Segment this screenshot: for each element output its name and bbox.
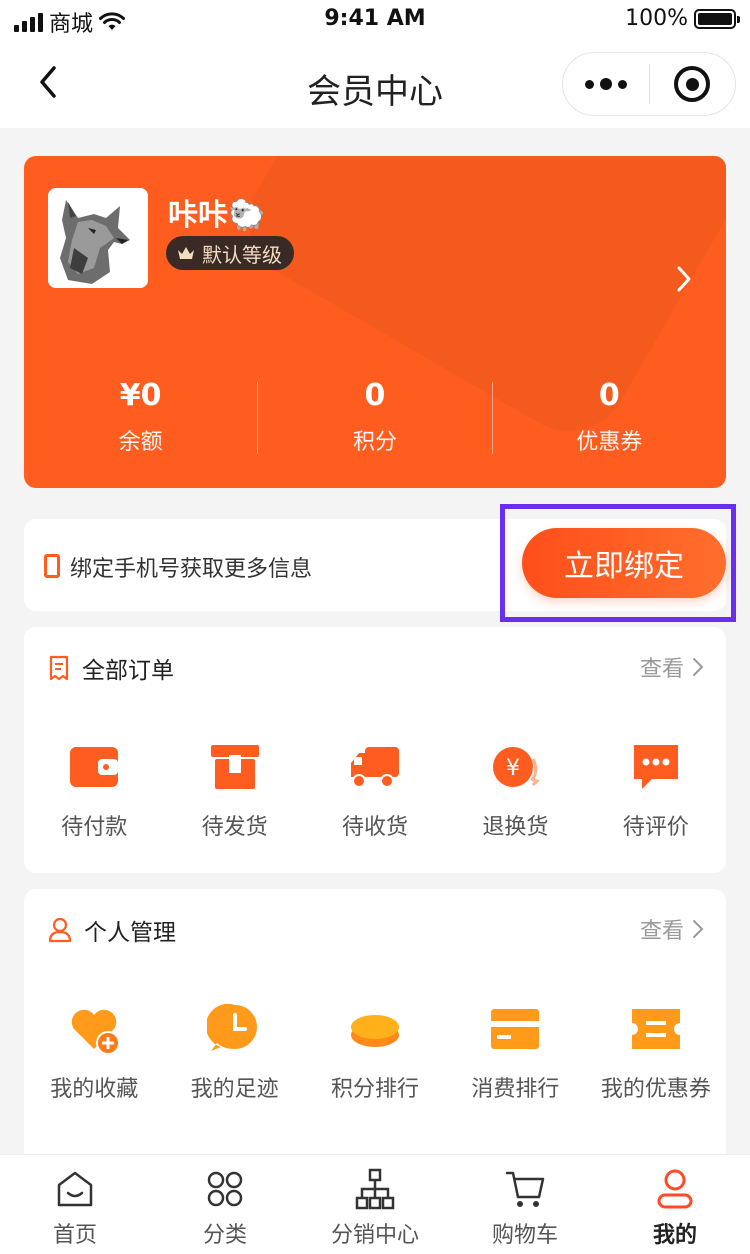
- orders-title: 全部订单: [82, 658, 174, 684]
- heart-add-icon: [71, 1009, 121, 1055]
- order-label: 待付款: [61, 815, 128, 840]
- comment-icon: [633, 745, 678, 789]
- chevron-right-icon: [693, 920, 704, 938]
- order-returns[interactable]: ¥ 退换货: [445, 739, 585, 841]
- stat-value: 0: [598, 378, 620, 413]
- bind-phone-text: 绑定手机号获取更多信息: [70, 557, 313, 582]
- my-footprints[interactable]: 我的足迹: [164, 1001, 304, 1103]
- orders-panel: 全部订单 查看 待付款 待发货 待收货 ¥ 退换货 待评价: [24, 627, 726, 873]
- tab-label: 购物车: [491, 1223, 558, 1248]
- chevron-right-icon: [693, 658, 704, 676]
- battery-group: 100%: [625, 6, 740, 31]
- personal-label: 我的足迹: [190, 1077, 279, 1102]
- stat-balance[interactable]: ¥0 余额: [24, 374, 257, 464]
- personal-view-all[interactable]: 查看: [640, 913, 704, 945]
- stat-value: 0: [364, 378, 386, 413]
- orders-view-all[interactable]: 查看: [640, 651, 704, 683]
- clock-icon: [206, 1003, 257, 1051]
- svg-text:¥: ¥: [506, 756, 520, 781]
- tab-label: 分销中心: [330, 1223, 419, 1248]
- stat-label: 余额: [118, 430, 163, 455]
- battery-percent: 100%: [625, 6, 688, 31]
- bind-now-button[interactable]: 立即绑定: [522, 528, 726, 598]
- order-label: 待发货: [201, 815, 268, 840]
- order-status-row: 待付款 待发货 待收货 ¥ 退换货 待评价: [24, 739, 726, 841]
- my-coupons[interactable]: 我的优惠券: [586, 1001, 726, 1103]
- tab-label: 首页: [52, 1223, 97, 1248]
- view-all-label: 查看: [639, 657, 684, 682]
- my-favorites[interactable]: 我的收藏: [24, 1001, 164, 1103]
- coin-icon: [351, 1015, 400, 1047]
- cart-icon: [505, 1171, 545, 1207]
- truck-icon: [351, 747, 400, 788]
- wolf-avatar-image: [48, 188, 148, 288]
- points-ranking[interactable]: 积分排行: [305, 1001, 445, 1103]
- network-icon: [355, 1168, 395, 1210]
- member-name: 咔咔🐑: [168, 198, 266, 233]
- nav-bar: 会员中心: [0, 40, 750, 128]
- order-label: 待评价: [622, 815, 689, 840]
- level-label: 默认等级: [202, 242, 282, 267]
- battery-icon: [694, 8, 740, 29]
- member-stats: ¥0 余额 0 积分 0 优惠券: [24, 374, 726, 464]
- personal-title: 个人管理: [84, 920, 176, 946]
- crown-icon: [178, 247, 194, 259]
- user-outline-icon: [48, 917, 72, 943]
- avatar[interactable]: [48, 188, 148, 288]
- order-pending-payment[interactable]: 待付款: [24, 739, 164, 841]
- home-icon: [57, 1171, 93, 1207]
- refund-icon: ¥: [493, 747, 541, 787]
- mini-program-capsule: [562, 52, 736, 116]
- personal-label: 我的收藏: [50, 1077, 139, 1102]
- personal-label: 我的优惠券: [600, 1077, 711, 1102]
- level-badge: 默认等级: [166, 236, 294, 270]
- phone-icon: [44, 554, 60, 578]
- tab-label: 我的: [652, 1223, 697, 1248]
- wallet-icon: [70, 747, 119, 787]
- tab-mine[interactable]: 我的: [600, 1155, 750, 1254]
- order-pending-receipt[interactable]: 待收货: [305, 739, 445, 841]
- category-icon: [207, 1171, 243, 1207]
- order-pending-shipment[interactable]: 待发货: [164, 739, 304, 841]
- more-menu-button[interactable]: [563, 52, 649, 116]
- order-pending-review[interactable]: 待评价: [586, 739, 726, 841]
- stat-points[interactable]: 0 积分: [258, 374, 491, 464]
- personal-items-row: 我的收藏 我的足迹 积分排行 消费排行 我的优惠券: [24, 1001, 726, 1103]
- tab-label: 分类: [202, 1223, 247, 1248]
- tab-home[interactable]: 首页: [0, 1155, 150, 1254]
- bottom-tab-bar: 首页 分类 分销中心 购物车 我的: [0, 1154, 750, 1254]
- user-icon: [657, 1169, 693, 1209]
- order-list-icon: [49, 655, 69, 681]
- personal-header: 个人管理: [48, 913, 176, 947]
- chevron-right-icon[interactable]: [672, 264, 696, 294]
- tab-category[interactable]: 分类: [150, 1155, 300, 1254]
- box-icon: [210, 745, 259, 789]
- stat-coupons[interactable]: 0 优惠券: [493, 374, 726, 464]
- stat-label: 积分: [352, 430, 397, 455]
- spending-ranking[interactable]: 消费排行: [445, 1001, 585, 1103]
- tab-distribution[interactable]: 分销中心: [300, 1155, 450, 1254]
- stat-label: 优惠券: [576, 430, 643, 455]
- ticket-icon: [631, 1009, 680, 1049]
- order-label: 退换货: [482, 815, 549, 840]
- stat-value: ¥0: [119, 378, 162, 413]
- target-icon: [674, 66, 711, 102]
- close-button[interactable]: [650, 52, 736, 116]
- member-card[interactable]: 咔咔🐑 默认等级 ¥0 余额 0 积分 0 优惠券: [24, 156, 726, 488]
- card-icon: [491, 1009, 540, 1049]
- personal-label: 消费排行: [471, 1077, 560, 1102]
- tab-cart[interactable]: 购物车: [450, 1155, 600, 1254]
- status-bar: 商城 9:41 AM 100%: [0, 0, 750, 40]
- personal-panel: 个人管理 查看 我的收藏 我的足迹 积分排行 消费排行 我的优惠券: [24, 889, 726, 1189]
- order-label: 待收货: [342, 815, 409, 840]
- orders-header: 全部订单: [48, 651, 174, 685]
- personal-label: 积分排行: [331, 1077, 420, 1102]
- view-all-label: 查看: [639, 919, 684, 944]
